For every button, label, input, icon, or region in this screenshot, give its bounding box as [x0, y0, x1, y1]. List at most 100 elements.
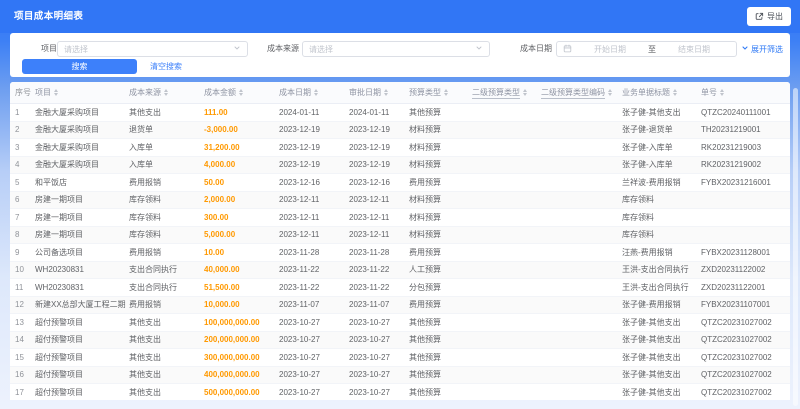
table-row: 8 房建一期项目 库存领料 5,000.00 2023-12-11 2023-12-11 材… — [10, 226, 790, 244]
column-header-cost_amount[interactable]: 成本金额 — [204, 87, 279, 98]
sort-icon[interactable] — [444, 89, 448, 96]
table-cell-approval_date: 2023-10-27 — [349, 370, 390, 380]
table-cell-doc_title: 张子健-退货单 — [622, 125, 673, 135]
sort-icon[interactable] — [54, 89, 58, 96]
sort-icon[interactable] — [384, 89, 388, 96]
table-cell-cost_source: 入库单 — [129, 142, 153, 152]
column-header-budget_type_l2[interactable]: 二级预算类型 — [472, 87, 541, 99]
table-cell-budget_type: 材料预算 — [409, 230, 441, 240]
table-cell-budget_type: 其他预算 — [409, 370, 441, 380]
table-cell-budget_type: 其他预算 — [409, 387, 441, 397]
clear-search-link[interactable]: 清空搜索 — [150, 59, 182, 74]
table-cell-cost_source: 退货单 — [129, 125, 153, 135]
table-row: 15 超付预警项目 其他支出 300,000,000.00 2023-10-27 2023… — [10, 349, 790, 367]
table-cell-doc_title: 张子健-其他支出 — [622, 370, 681, 380]
chevron-down-icon — [233, 44, 241, 54]
column-header-approval_date[interactable]: 审批日期 — [349, 87, 409, 98]
column-header-budget_type_l2_code[interactable]: 二级预算类型编码 — [541, 87, 622, 99]
cost-source-select-placeholder: 请选择 — [309, 44, 333, 54]
table-cell-approval_date: 2023-12-19 — [349, 160, 390, 170]
date-range-separator: 至 — [648, 44, 656, 54]
project-filter-label: 项目 — [41, 44, 57, 53]
sort-icon[interactable] — [720, 89, 724, 96]
table-cell-doc_no: QTZC20231027002 — [701, 317, 772, 327]
table-cell-doc_title: 张子健-其他支出 — [622, 335, 681, 345]
table-cell-cost_amount: 400,000,000.00 — [204, 370, 260, 380]
sort-icon[interactable] — [608, 89, 612, 96]
table-cell-doc_no: QTZC20231027002 — [701, 335, 772, 345]
table-cell-doc_title: 张子健-费用报销 — [622, 300, 681, 310]
table-cell-doc_title: 汪燕-费用报销 — [622, 247, 673, 257]
sort-icon[interactable] — [673, 89, 677, 96]
table-cell-project: 新建XX总部大厦工程二期 — [35, 300, 126, 310]
column-header-cost_date[interactable]: 成本日期 — [279, 87, 349, 98]
table-cell-cost_date: 2023-10-27 — [279, 317, 320, 327]
table-cell-cost_date: 2023-12-19 — [279, 160, 320, 170]
table-cell-doc_title: 张子健-入库单 — [622, 142, 673, 152]
table-cell-budget_type: 材料预算 — [409, 125, 441, 135]
column-header-label: 序号 — [15, 88, 31, 97]
table-cell-project: 超付预警项目 — [35, 387, 83, 397]
table-cell-cost_date: 2023-10-27 — [279, 370, 320, 380]
cost-source-select[interactable]: 请选择 — [302, 41, 490, 57]
table-cell-cost_source: 库存领料 — [129, 195, 161, 205]
table-cell-cost_date: 2023-12-16 — [279, 177, 320, 187]
export-button[interactable]: 导出 — [747, 7, 791, 26]
sort-icon[interactable] — [314, 89, 318, 96]
start-date-input[interactable]: 开始日期 — [574, 44, 646, 55]
cost-date-range-picker[interactable]: 开始日期 至 结束日期 — [556, 41, 737, 57]
table-cell-project: 金融大厦采购项目 — [35, 142, 99, 152]
table-cell-index: 5 — [15, 177, 20, 187]
table-cell-doc_no: QTZC20231027002 — [701, 370, 772, 380]
table-cell-approval_date: 2023-11-22 — [349, 265, 390, 275]
table-cell-cost_date: 2023-11-28 — [279, 247, 320, 257]
table-cell-cost_source: 支出合同执行 — [129, 282, 177, 292]
table-cell-cost_date: 2023-12-11 — [279, 230, 320, 240]
column-header-cost_source[interactable]: 成本来源 — [129, 87, 204, 98]
table-cell-cost_amount: 300.00 — [204, 212, 229, 222]
table-cell-cost_date: 2023-10-27 — [279, 352, 320, 362]
table-cell-doc_title: 张子健-其他支出 — [622, 107, 681, 117]
table-cell-index: 16 — [15, 370, 24, 380]
sort-icon[interactable] — [164, 89, 168, 96]
table-row: 4 金融大厦采购项目 入库单 4,000.00 2023-12-19 2023-12-19… — [10, 156, 790, 174]
table-cell-index: 14 — [15, 335, 24, 345]
column-header-project[interactable]: 项目 — [35, 87, 129, 98]
expand-filters-link[interactable]: 展开筛选 — [741, 41, 783, 57]
table-cell-doc_title: 王洪-支出合同执行 — [622, 265, 689, 275]
table-cell-index: 10 — [15, 265, 24, 275]
sort-icon[interactable] — [523, 89, 527, 96]
sort-icon[interactable] — [239, 89, 243, 96]
table-cell-index: 3 — [15, 142, 20, 152]
table-row: 14 超付预警项目 其他支出 200,000,000.00 2023-10-27 2023… — [10, 331, 790, 349]
table-cell-cost_amount: 111.00 — [204, 107, 228, 117]
table-cell-project: 房建一期项目 — [35, 195, 83, 205]
vertical-scrollbar[interactable] — [793, 88, 798, 406]
column-header-doc_no[interactable]: 单号 — [701, 87, 790, 98]
table-row: 10 WH20230831 支出合同执行 40,000.00 2023-11-22 202… — [10, 261, 790, 279]
column-header-label: 二级预算类型编码 — [541, 87, 605, 99]
export-icon — [755, 12, 764, 21]
table-cell-approval_date: 2023-12-19 — [349, 125, 390, 135]
filter-panel: 项目 请选择 成本来源 请选择 成本日期 开始日期 至 结束日期 展开筛选 搜索… — [10, 33, 790, 77]
column-header-doc_title[interactable]: 业务单据标题 — [622, 87, 701, 98]
table-header: 序号 项目 成本来源 成本金额 成本日期 审批日期 预算类型 二级预算类型 二级预算类型编码 业务… — [10, 82, 790, 104]
table-cell-doc_no: FYBX20231128001 — [701, 247, 771, 257]
end-date-input[interactable]: 结束日期 — [658, 44, 730, 55]
table-cell-project: 和平饭店 — [35, 177, 67, 187]
table-cell-approval_date: 2023-10-27 — [349, 335, 390, 345]
table-cell-cost_source: 其他支出 — [129, 370, 161, 380]
table-cell-cost_source: 库存领料 — [129, 212, 161, 222]
table-cell-cost_amount: 50.00 — [204, 177, 225, 187]
table-cell-index: 12 — [15, 300, 24, 310]
table-cell-doc_no: RK20231219002 — [701, 160, 762, 170]
table-cell-approval_date: 2023-12-11 — [349, 195, 390, 205]
column-header-budget_type[interactable]: 预算类型 — [409, 87, 472, 98]
table-cell-cost_date: 2023-11-22 — [279, 265, 320, 275]
table-cell-index: 11 — [15, 282, 24, 292]
project-select[interactable]: 请选择 — [57, 41, 248, 57]
search-button[interactable]: 搜索 — [22, 59, 137, 74]
table-cell-budget_type: 其他预算 — [409, 335, 441, 345]
chevron-down-icon — [475, 44, 483, 54]
column-header-label: 业务单据标题 — [622, 88, 670, 97]
